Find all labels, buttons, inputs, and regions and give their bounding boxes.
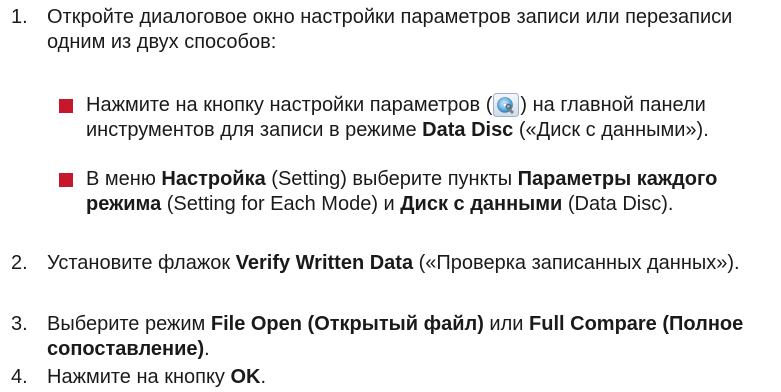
step-number: 3. [11, 313, 28, 335]
step-number: 1. [11, 6, 28, 28]
step-text: Откройте диалоговое окно настройки парам… [47, 6, 733, 53]
step-text: Выберите режим File Open (Открытый файл)… [47, 313, 744, 360]
red-square-bullet-icon [59, 99, 73, 113]
substep-toolbar-button: Нажмите на кнопку настройки параметров ( [59, 93, 781, 143]
step-2: 2. Установите флажок Verify Written Data… [11, 251, 779, 276]
instruction-document: 1. Откройте диалоговое окно настройки па… [0, 0, 781, 392]
step-number: 4. [11, 366, 28, 388]
step-1: 1. Откройте диалоговое окно настройки па… [11, 5, 779, 55]
step-text: Установите флажок Verify Written Data («… [47, 252, 740, 274]
step-text: Нажмите на кнопку OK. [47, 366, 267, 388]
step-4: 4. Нажмите на кнопку OK. [11, 365, 779, 390]
step-3: 3. Выберите режим File Open (Открытый фа… [11, 312, 779, 362]
substep-text: Нажмите на кнопку настройки параметров ( [86, 93, 709, 141]
step-number: 2. [11, 252, 28, 274]
substep-text: В меню Настройка (Setting) выберите пунк… [86, 168, 718, 215]
substep-menu: В меню Настройка (Setting) выберите пунк… [59, 167, 781, 217]
settings-button-icon [493, 93, 520, 117]
red-square-bullet-icon [59, 173, 73, 187]
